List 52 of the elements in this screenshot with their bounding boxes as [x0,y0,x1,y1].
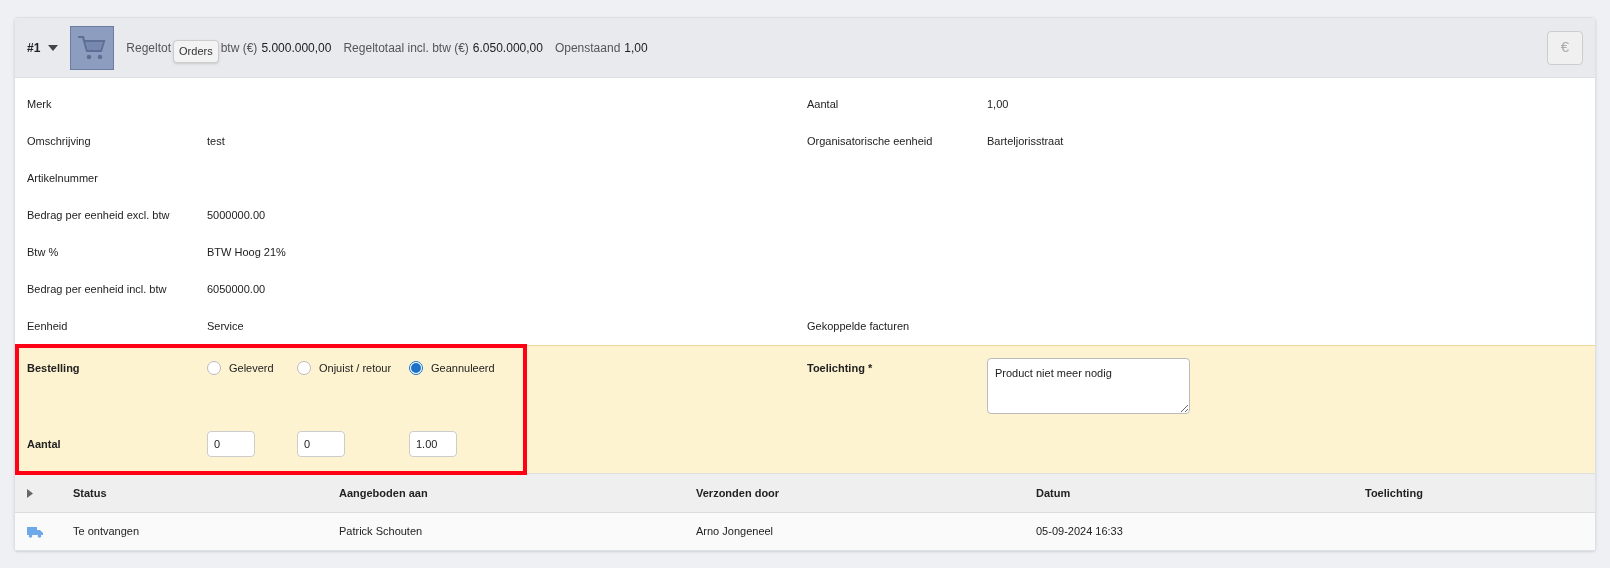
field-label: Aantal [27,437,62,452]
field-label: Merk [27,97,53,113]
truck-icon [27,525,43,538]
field-label: Gekoppelde facturen [807,319,911,335]
total-value: 5.000.000,00 [261,39,332,57]
field-label: Bestelling [27,361,81,376]
field-value: 1,00 [987,97,1010,113]
quantity-field[interactable]: 0 [207,431,255,457]
field-value: Service [207,319,245,335]
field-label: Btw % [27,245,60,261]
total-label: Regeltot [126,39,172,57]
cart-icon [77,33,108,62]
field-label: Organisatorische eenheid [807,134,934,150]
expand-icon[interactable] [27,488,33,498]
field-value: Barteljorisstraat [987,134,1065,150]
radio-label: Onjuist / retour [319,360,392,376]
total-label: Regeltotaal incl. btw (€) [343,39,469,57]
field-value: BTW Hoog 21% [207,245,287,261]
field-label: Omschrijving [27,134,92,150]
table-cell-text: Arno Jongeneel [695,524,775,540]
table-cell-text: Patrick Schouten [338,524,424,540]
column-header: Aangeboden aan [338,485,429,501]
total-label: btw (€) [220,39,258,57]
field-label: Aantal [807,97,840,113]
field-label: Bedrag per eenheid incl. btw [27,282,168,298]
column-header: Datum [1035,485,1072,501]
column-header: Verzonden door [695,485,781,501]
field-label: Toelichting * [807,361,874,376]
field-label: Artikelnummer [27,171,99,187]
tooltip: Orders [173,40,219,63]
outstanding-label: Openstaand [554,39,621,57]
field-value: 6050000.00 [207,282,267,298]
note-field[interactable]: Product niet meer nodig [987,358,1190,414]
radio-button[interactable] [409,361,423,375]
column-header: Status [73,485,108,501]
outstanding-value: 1,00 [624,39,648,57]
field-label: Bedrag per eenheid excl. btw [27,208,171,224]
radio-label: Geannuleerd [431,360,495,376]
table-cell-text: 05-09-2024 16:33 [1035,524,1124,540]
quantity-field[interactable]: 0 [297,431,345,457]
caret-icon[interactable] [48,44,59,51]
field-label: Eenheid [27,319,69,335]
table-cell-text: Te ontvangen [73,524,141,540]
field-value: test [207,134,226,150]
field-value: 5000000.00 [207,208,267,224]
radio-button[interactable] [207,361,221,375]
radio-label: Geleverd [229,360,274,376]
column-header: Toelichting [1364,485,1424,501]
quantity-field[interactable]: 1.00 [409,431,457,457]
item-number: #1 [27,39,41,57]
radio-button[interactable] [297,361,311,375]
total-value: 6.050.000,00 [472,39,543,57]
